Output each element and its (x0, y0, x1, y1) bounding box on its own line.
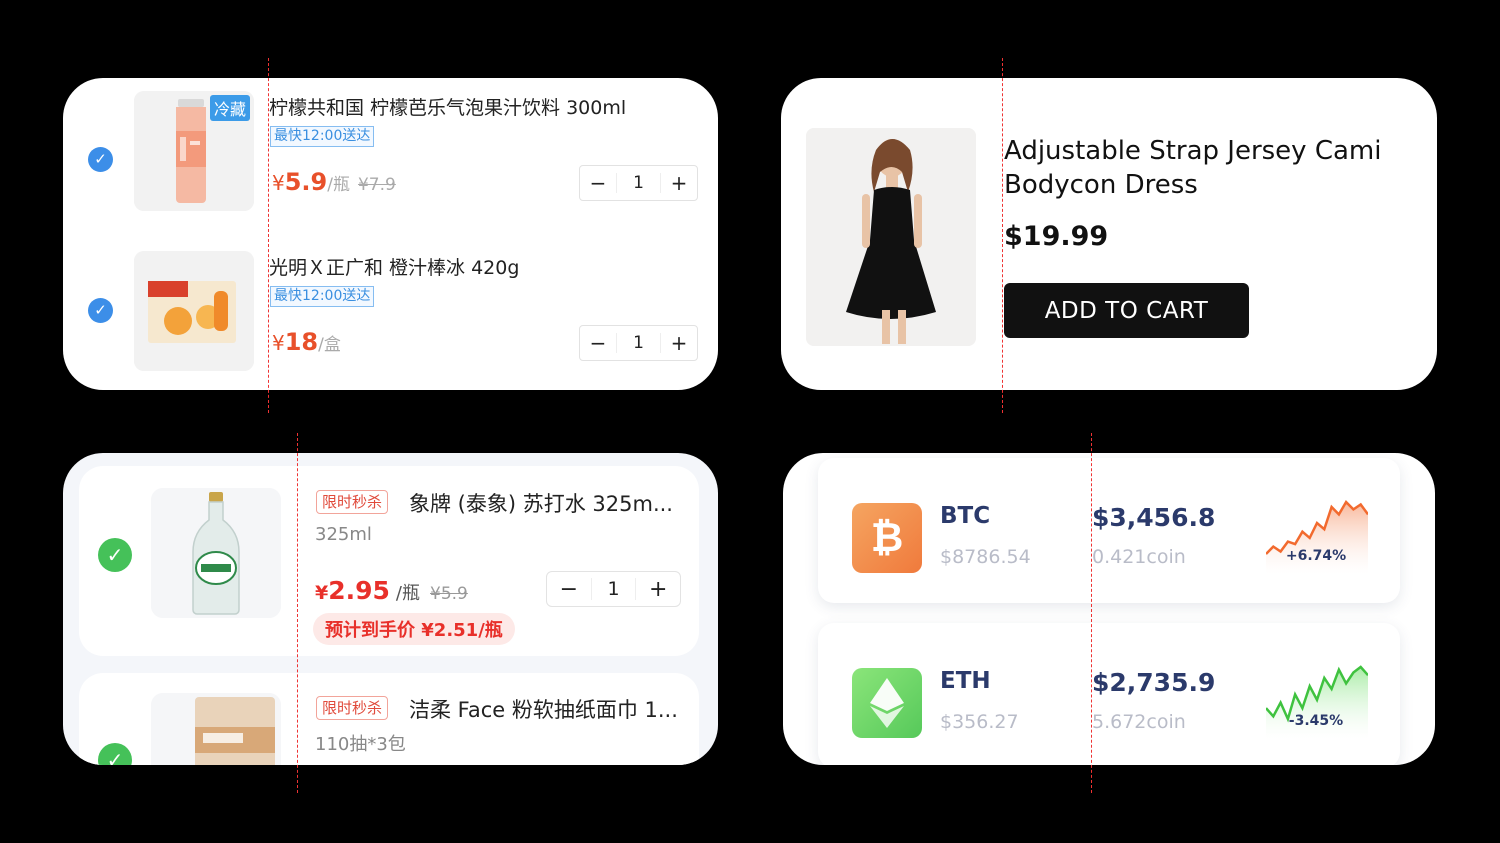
product-title[interactable]: 光明Ｘ正广和 橙汁棒冰 420g (269, 253, 519, 280)
alignment-guide (268, 58, 269, 413)
quantity-stepper: − 1 + (579, 165, 698, 201)
ethereum-icon (852, 668, 922, 738)
currency-symbol: ¥ (315, 582, 329, 604)
product-price: ¥2.95/瓶 ¥5.9 (315, 576, 468, 605)
holding-amount: 5.672coin (1092, 711, 1186, 733)
coin-row-btc[interactable]: ₿ BTC $8786.54 $3,456.8 0.421coin +6.74% (818, 458, 1400, 603)
original-price: ¥5.9 (430, 584, 468, 604)
crypto-wallet-panel: ₿ BTC $8786.54 $3,456.8 0.421coin +6.74% (783, 453, 1435, 765)
coin-row-eth[interactable]: ETH $356.27 $2,735.9 5.672coin -3.45% (818, 623, 1400, 765)
delivery-tag: 最快12:00送达 (270, 286, 375, 307)
product-image[interactable]: 冷藏 (134, 91, 254, 211)
black-dress-photo (806, 128, 976, 346)
alignment-guide (1091, 433, 1092, 793)
product-image[interactable] (806, 128, 976, 346)
item-checkbox[interactable]: ✓ (88, 298, 113, 323)
item-checkbox[interactable]: ✓ (98, 743, 132, 765)
product-title[interactable]: 洁柔 Face 粉软抽纸面巾 1... (409, 694, 678, 724)
cart-item[interactable]: ✓ 限时秒杀 象牌 (泰象) 苏打水 325m... 325ml ¥2.95/瓶… (79, 466, 699, 656)
price-value: 18 (284, 328, 319, 356)
product-price: ¥5.9/瓶 ¥7.9 (272, 168, 396, 196)
holding-amount: 0.421coin (1092, 546, 1186, 568)
cart-item[interactable]: ✓ 光明Ｘ正广和 橙汁棒冰 420g 最快12:00送达 ¥18/盒 − 1 + (63, 246, 718, 376)
quantity-stepper: − 1 + (546, 571, 681, 607)
change-percentage: +6.74% (1285, 548, 1347, 564)
quantity-stepper: − 1 + (579, 325, 698, 361)
alignment-guide (1002, 58, 1003, 413)
product-image[interactable] (151, 693, 281, 765)
coin-symbol: BTC (940, 503, 991, 529)
item-checkbox[interactable]: ✓ (98, 538, 132, 572)
grocery-cart-panel: ✓ 冷藏 柠檬共和国 柠檬芭乐气泡果汁饮料 300ml 最快12:00送达 ¥5… (63, 78, 718, 390)
product-title[interactable]: 柠檬共和国 柠檬芭乐气泡果汁饮料 300ml (269, 93, 626, 120)
product-spec: 110抽*3包 (315, 734, 406, 755)
soda-bottle-icon (151, 488, 281, 618)
flash-sale-cart-panel: ✓ 限时秒杀 象牌 (泰象) 苏打水 325m... 325ml ¥2.95/瓶… (63, 453, 718, 765)
flash-sale-badge: 限时秒杀 (316, 696, 389, 720)
original-price: ¥7.9 (357, 175, 396, 195)
currency-symbol: ¥ (272, 331, 285, 355)
tissue-pack-icon (151, 693, 281, 765)
add-to-cart-button[interactable]: ADD TO CART (1004, 283, 1249, 338)
product-title[interactable]: Adjustable Strap Jersey Cami Bodycon Dre… (1004, 134, 1414, 202)
estimated-price-tag: 预计到手价 ¥2.51/瓶 (313, 613, 515, 645)
decrease-button[interactable]: − (580, 171, 616, 195)
decrease-button[interactable]: − (580, 331, 616, 355)
quantity-value[interactable]: 1 (615, 173, 662, 193)
currency-symbol: ¥ (272, 171, 285, 195)
alignment-guide (297, 433, 298, 793)
quantity-value[interactable]: 1 (590, 578, 637, 600)
product-panel: Adjustable Strap Jersey Cami Bodycon Dre… (781, 78, 1437, 390)
bitcoin-glyph: ₿ (870, 515, 904, 561)
coin-price: $8786.54 (940, 546, 1031, 568)
price-unit: /瓶 (395, 583, 420, 604)
increase-button[interactable]: + (661, 171, 697, 195)
product-price: $19.99 (1004, 221, 1109, 252)
decrease-button[interactable]: − (547, 577, 591, 602)
holding-value: $3,456.8 (1092, 503, 1216, 532)
price-unit: /盒 (318, 335, 341, 355)
increase-button[interactable]: + (661, 331, 697, 355)
price-value: 5.9 (284, 168, 328, 196)
product-spec: 325ml (315, 524, 372, 545)
coin-price: $356.27 (940, 711, 1019, 733)
screenshot-frame: ✓ 冷藏 柠檬共和国 柠檬芭乐气泡果汁饮料 300ml 最快12:00送达 ¥5… (0, 0, 1500, 843)
product-price: ¥18/盒 (272, 328, 341, 356)
popsicle-box-icon (134, 251, 254, 371)
delivery-tag: 最快12:00送达 (270, 126, 375, 147)
increase-button[interactable]: + (636, 577, 680, 602)
product-image[interactable] (151, 488, 281, 618)
bitcoin-icon: ₿ (852, 503, 922, 573)
coin-symbol: ETH (940, 668, 991, 694)
cold-storage-badge: 冷藏 (209, 95, 250, 121)
price-value: 2.95 (328, 576, 390, 605)
product-image[interactable] (134, 251, 254, 371)
item-checkbox[interactable]: ✓ (88, 147, 113, 172)
product-title[interactable]: 象牌 (泰象) 苏打水 325m... (409, 488, 673, 518)
ethereum-glyph (870, 678, 904, 728)
flash-sale-badge: 限时秒杀 (316, 490, 389, 514)
price-unit: /瓶 (327, 175, 350, 195)
holding-value: $2,735.9 (1092, 668, 1216, 697)
cart-item[interactable]: ✓ 限时秒杀 洁柔 Face 粉软抽纸面巾 1... 110抽*3包 (79, 673, 699, 765)
change-percentage: -3.45% (1288, 713, 1344, 729)
cart-item[interactable]: ✓ 冷藏 柠檬共和国 柠檬芭乐气泡果汁饮料 300ml 最快12:00送达 ¥5… (63, 86, 718, 216)
quantity-value[interactable]: 1 (615, 333, 662, 353)
